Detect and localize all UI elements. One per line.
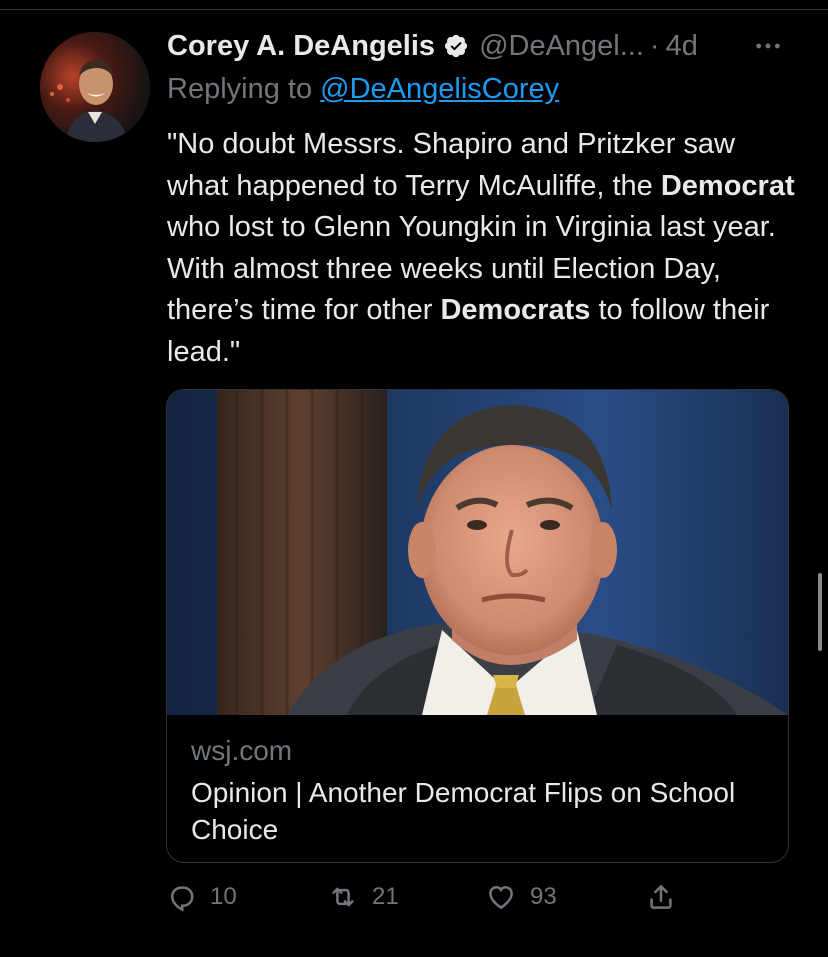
tweet-timestamp[interactable]: 4d (666, 30, 698, 63)
reply-count: 10 (210, 883, 237, 910)
retweet-button[interactable]: 21 (328, 877, 399, 917)
avatar-image (40, 32, 150, 142)
like-button[interactable]: 93 (486, 877, 557, 917)
reply-icon (170, 886, 194, 912)
replying-to-label: Replying to (167, 73, 321, 105)
avatar[interactable] (40, 32, 150, 142)
retweet-count: 21 (372, 883, 399, 910)
card-photo (167, 390, 788, 715)
reply-button[interactable]: 10 (166, 877, 237, 917)
share-button[interactable] (646, 877, 676, 917)
card-image[interactable] (167, 390, 788, 715)
tweet-actions: 10 21 93 (166, 877, 686, 917)
share-icon (650, 885, 672, 909)
tweet-text-bold: Democrats (440, 294, 591, 326)
heart-icon (489, 885, 513, 910)
link-preview-card[interactable]: wsj.com Opinion | Another Democrat Flips… (166, 389, 789, 863)
reply-mention-link[interactable]: @DeAngelisCorey (320, 73, 559, 105)
tweet-header: Corey A. DeAngelis @DeAngel... · 4d (167, 28, 698, 64)
more-horizontal-icon (756, 43, 780, 49)
tweet-text-bold: Democrat (660, 169, 795, 202)
tweet-text-part: "No doubt Messrs. Shapiro and Pritzker s… (167, 128, 735, 202)
top-divider (0, 9, 828, 10)
tweet-text: "No doubt Messrs. Shapiro and Pritzker s… (167, 124, 797, 373)
separator-dot: · (649, 29, 660, 62)
card-title[interactable]: Opinion | Another Democrat Flips on Scho… (191, 774, 751, 848)
scrollbar-thumb[interactable] (818, 573, 822, 651)
tweet-page: Corey A. DeAngelis @DeAngel... · 4d Repl… (0, 0, 828, 957)
replying-to-line: Replying to @DeAngelisCorey (167, 73, 559, 106)
verified-badge-icon (443, 33, 469, 59)
more-options-button[interactable] (750, 28, 786, 64)
author-handle[interactable]: @DeAngel... (479, 30, 644, 63)
author-display-name[interactable]: Corey A. DeAngelis (167, 30, 435, 63)
like-count: 93 (530, 883, 557, 910)
retweet-icon (332, 887, 354, 907)
card-domain: wsj.com (191, 735, 293, 766)
